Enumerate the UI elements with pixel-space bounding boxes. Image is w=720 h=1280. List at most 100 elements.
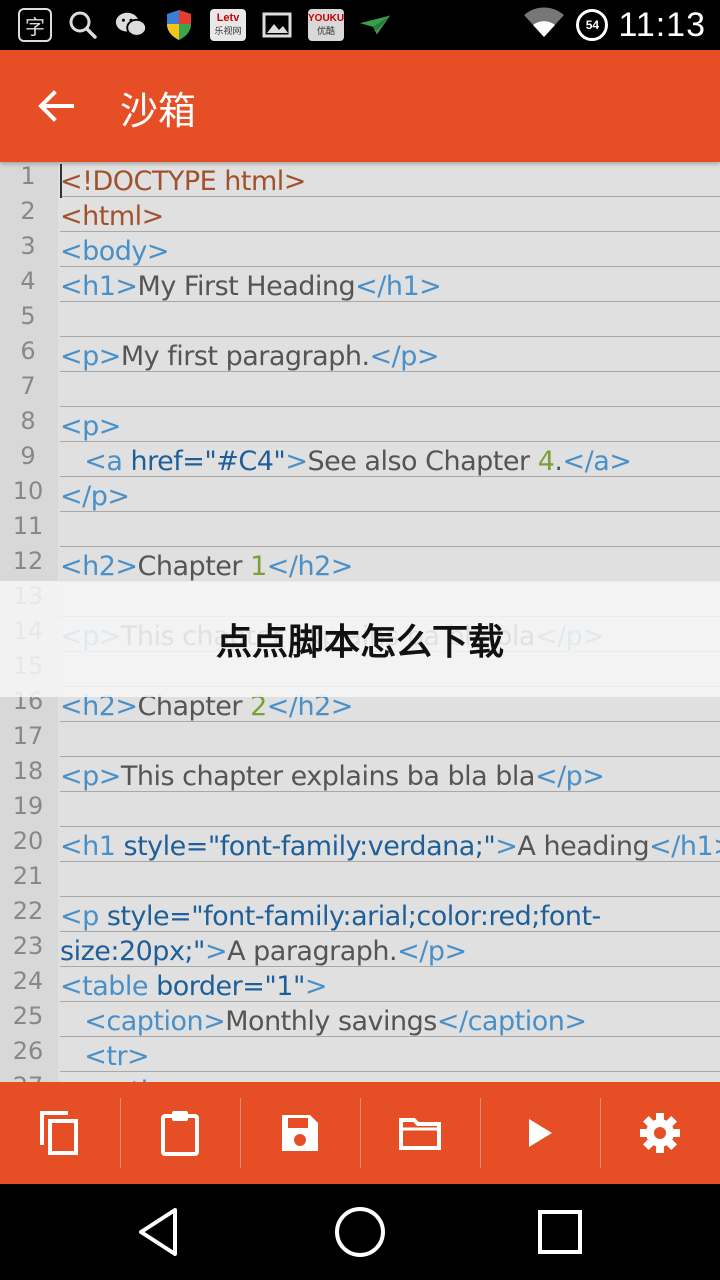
gear-icon bbox=[640, 1113, 680, 1153]
status-bar: 字 Letv 乐视网 YOUKU 优酷 54 11:13 bbox=[0, 0, 720, 50]
line-number: 6 bbox=[20, 337, 36, 365]
line-number: 9 bbox=[20, 442, 36, 470]
copy-button[interactable] bbox=[0, 1082, 120, 1184]
code-line: 20 <h1 style="font-family:verdana;">A hea… bbox=[0, 827, 720, 862]
code-line: 23 size:20px;">A paragraph.</p> bbox=[0, 932, 720, 967]
save-button[interactable] bbox=[240, 1082, 360, 1184]
code-line: 11 bbox=[0, 512, 720, 547]
code-line: 21 bbox=[0, 862, 720, 897]
code-line: 10 </p> bbox=[0, 477, 720, 512]
open-folder-button[interactable] bbox=[360, 1082, 480, 1184]
line-number: 5 bbox=[20, 302, 36, 330]
code-text: <caption>Monthly savings</caption> bbox=[60, 1006, 587, 1037]
code-text: <table border="1"> bbox=[60, 971, 328, 1002]
line-number: 10 bbox=[12, 477, 44, 505]
image-icon bbox=[260, 8, 294, 42]
overlay-banner: 点点脚本怎么下载 bbox=[0, 581, 720, 697]
line-number: 11 bbox=[12, 512, 44, 540]
back-button[interactable] bbox=[24, 74, 88, 138]
code-line: 1 <!DOCTYPE html> bbox=[0, 162, 720, 197]
code-text: <a href="#C4">See also Chapter 4.</a> bbox=[60, 446, 632, 477]
code-line: 2 <html> bbox=[0, 197, 720, 232]
run-button[interactable] bbox=[480, 1082, 600, 1184]
code-text: <h1 style="font-family:verdana;">A headi… bbox=[60, 831, 720, 862]
code-text: <p> bbox=[60, 411, 121, 442]
code-text: <h1>My First Heading</h1> bbox=[60, 271, 442, 302]
recents-square-icon bbox=[538, 1210, 582, 1254]
editor-toolbar bbox=[0, 1082, 720, 1184]
line-number: 23 bbox=[12, 932, 44, 960]
play-icon bbox=[529, 1119, 552, 1147]
page-title: 沙箱 bbox=[120, 89, 197, 133]
nav-back-button[interactable] bbox=[126, 1200, 190, 1264]
line-number: 18 bbox=[12, 757, 44, 785]
code-line: 18 <p>This chapter explains ba bla bla</p… bbox=[0, 757, 720, 792]
app-bar: 沙箱 bbox=[0, 50, 720, 162]
text-cursor bbox=[60, 164, 62, 198]
code-line: 7 bbox=[0, 372, 720, 407]
code-line: 8 <p> bbox=[0, 407, 720, 442]
code-line: 5 bbox=[0, 302, 720, 337]
code-text: <!DOCTYPE html> bbox=[60, 166, 306, 197]
code-line: 25 <caption>Monthly savings</caption> bbox=[0, 1002, 720, 1037]
line-number: 3 bbox=[20, 232, 36, 260]
line-number: 20 bbox=[12, 827, 44, 855]
line-number: 27 bbox=[0, 1072, 56, 1082]
line-number: 26 bbox=[12, 1037, 44, 1065]
folder-icon bbox=[399, 1118, 441, 1150]
code-line: 4 <h1>My First Heading</h1> bbox=[0, 267, 720, 302]
line-number: 2 bbox=[20, 197, 36, 225]
code-text: <p>This chapter explains ba bla bla</p> bbox=[60, 761, 605, 792]
line-number: 25 bbox=[12, 1002, 44, 1030]
code-line: 26 <tr> bbox=[0, 1037, 720, 1072]
battery-icon: 54 bbox=[576, 9, 609, 41]
line-number: 22 bbox=[12, 897, 44, 925]
wifi-icon bbox=[522, 7, 566, 43]
nav-home-button[interactable] bbox=[328, 1200, 392, 1264]
code-line: 3 <body> bbox=[0, 232, 720, 267]
letv-icon: Letv 乐视网 bbox=[210, 9, 246, 41]
line-number: 21 bbox=[12, 862, 44, 890]
youku-icon: YOUKU 优酷 bbox=[308, 9, 344, 41]
code-text: <tr> bbox=[60, 1041, 150, 1072]
line-number: 4 bbox=[20, 267, 36, 295]
status-right: 54 11:13 bbox=[522, 0, 706, 50]
save-icon bbox=[282, 1115, 318, 1151]
nav-recents-button[interactable] bbox=[528, 1200, 592, 1264]
code-line: 27 <th> bbox=[0, 1072, 720, 1082]
code-text: <html> bbox=[60, 201, 164, 232]
code-text: <p style="font-family:arial;color:red;fo… bbox=[60, 901, 601, 932]
shield-icon bbox=[162, 8, 196, 42]
code-line: 24 <table border="1"> bbox=[0, 967, 720, 1002]
code-line: 22 <p style="font-family:arial;color:red;… bbox=[0, 897, 720, 932]
code-line: 9 <a href="#C4">See also Chapter 4.</a> bbox=[0, 442, 720, 477]
arrow-left-icon bbox=[38, 90, 74, 122]
code-line: 17 bbox=[0, 722, 720, 757]
home-circle-icon bbox=[335, 1207, 385, 1257]
code-text: <p>My first paragraph.</p> bbox=[60, 341, 440, 372]
banner-text: 点点脚本怎么下载 bbox=[215, 622, 504, 663]
line-number: 19 bbox=[12, 792, 44, 820]
clipboard-icon bbox=[161, 1111, 199, 1156]
code-line: 12 <h2>Chapter 1</h2> bbox=[0, 547, 720, 582]
line-number: 12 bbox=[12, 547, 44, 575]
system-nav-bar bbox=[0, 1184, 720, 1280]
clock: 11:13 bbox=[618, 5, 706, 44]
line-number: 7 bbox=[20, 372, 36, 400]
code-text: <body> bbox=[60, 236, 170, 267]
code-line: 19 bbox=[0, 792, 720, 827]
line-number: 1 bbox=[20, 162, 36, 190]
search-icon bbox=[66, 8, 100, 42]
settings-button[interactable] bbox=[600, 1082, 720, 1184]
paste-button[interactable] bbox=[120, 1082, 240, 1184]
zi-app-icon: 字 bbox=[18, 8, 52, 42]
line-number: 24 bbox=[12, 967, 44, 995]
paper-plane-icon bbox=[358, 8, 392, 42]
code-text: <h2>Chapter 1</h2> bbox=[60, 551, 353, 582]
wechat-icon bbox=[114, 8, 148, 42]
code-text: size:20px;">A paragraph.</p> bbox=[60, 936, 467, 967]
line-number: 8 bbox=[20, 407, 36, 435]
notification-icons: 字 Letv 乐视网 YOUKU 优酷 bbox=[18, 6, 392, 44]
line-number: 17 bbox=[12, 722, 44, 750]
code-line: 6 <p>My first paragraph.</p> bbox=[0, 337, 720, 372]
